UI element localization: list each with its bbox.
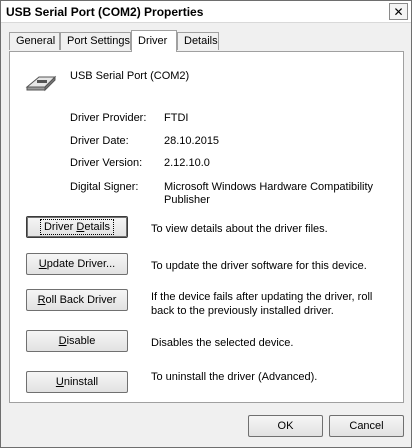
roll-back-driver-button[interactable]: Roll Back Driver <box>26 289 128 311</box>
update-driver-description: To update the driver software for this d… <box>151 260 367 272</box>
disable-button[interactable]: Disable <box>26 330 128 352</box>
uninstall-description: To uninstall the driver (Advanced). <box>151 371 318 383</box>
cancel-button[interactable]: Cancel <box>329 415 404 437</box>
close-button[interactable]: ✕ <box>389 3 408 20</box>
tab-details[interactable]: Details <box>177 32 219 50</box>
tab-general[interactable]: General <box>9 32 60 50</box>
serial-cable-icon <box>25 75 57 92</box>
driver-provider-value: FTDI <box>164 112 189 124</box>
update-driver-button[interactable]: Update Driver... <box>26 253 128 275</box>
driver-date-value: 28.10.2015 <box>164 135 220 147</box>
device-name: USB Serial Port (COM2) <box>70 70 190 82</box>
driver-tab-panel: USB Serial Port (COM2) Driver Provider: … <box>9 51 404 403</box>
close-icon: ✕ <box>393 4 404 19</box>
properties-dialog: USB Serial Port (COM2) Properties ✕ Gene… <box>0 0 412 448</box>
digital-signer-label: Digital Signer: <box>70 181 139 193</box>
driver-version-value: 2.12.10.0 <box>164 157 210 169</box>
driver-version-label: Driver Version: <box>70 157 143 169</box>
roll-back-driver-description: If the device fails after updating the d… <box>151 291 373 317</box>
title-bar[interactable]: USB Serial Port (COM2) Properties ✕ <box>1 1 411 23</box>
driver-details-description: To view details about the driver files. <box>151 223 328 235</box>
ok-button[interactable]: OK <box>248 415 323 437</box>
digital-signer-value: Microsoft Windows Hardware Compatibility… <box>164 181 374 206</box>
disable-description: Disables the selected device. <box>151 337 294 349</box>
driver-date-label: Driver Date: <box>70 135 129 147</box>
tab-driver[interactable]: Driver <box>131 30 177 52</box>
tab-port-settings[interactable]: Port Settings <box>60 32 131 50</box>
driver-provider-label: Driver Provider: <box>70 112 147 124</box>
window-title: USB Serial Port (COM2) Properties <box>6 5 204 19</box>
driver-details-button[interactable]: Driver Details <box>26 216 128 238</box>
uninstall-button[interactable]: Uninstall <box>26 371 128 393</box>
